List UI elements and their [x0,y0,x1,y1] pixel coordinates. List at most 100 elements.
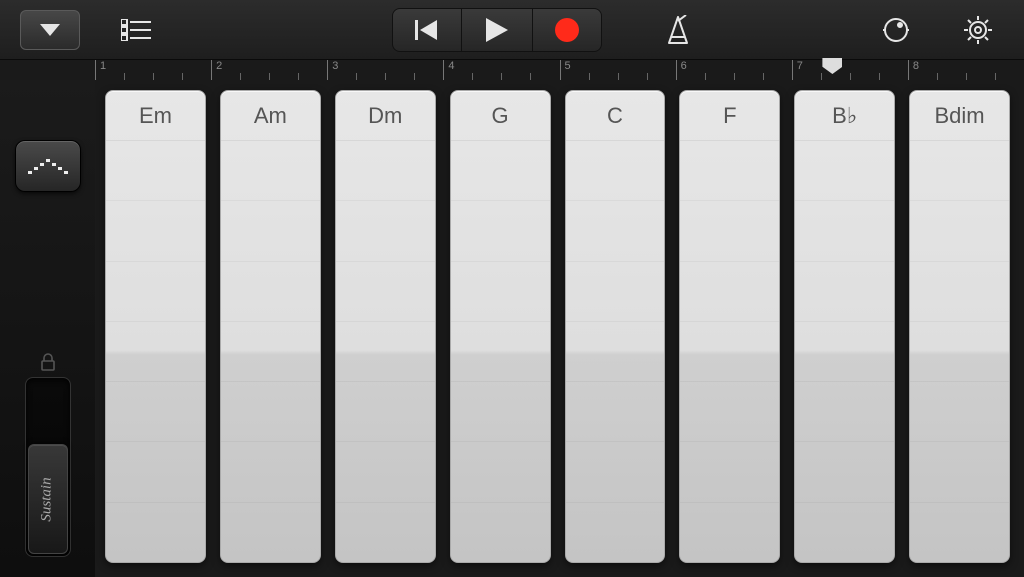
ruler-bar-number: 5 [565,60,571,72]
chord-cell[interactable] [336,261,435,321]
chord-strip[interactable]: Em [105,90,206,563]
chord-body[interactable] [795,141,894,562]
tracks-icon [121,19,151,41]
chord-cell[interactable] [795,502,894,562]
chord-cell[interactable] [566,200,665,260]
chord-cell[interactable] [680,381,779,441]
settings-button[interactable] [952,10,1004,50]
chord-strip[interactable]: C [565,90,666,563]
chord-cell[interactable] [451,200,550,260]
chord-strip[interactable]: Dm [335,90,436,563]
chord-cell[interactable] [910,321,1009,381]
chord-strip[interactable]: G [450,90,551,563]
chord-cell[interactable] [910,381,1009,441]
chord-cell[interactable] [566,441,665,501]
chord-body[interactable] [106,141,205,562]
rewind-button[interactable] [392,8,462,52]
chord-cell[interactable] [910,502,1009,562]
ruler-segment[interactable]: 8 [908,60,1024,80]
chord-cell[interactable] [795,441,894,501]
chord-label: Bdim [910,91,1009,141]
chord-cell[interactable] [106,381,205,441]
instrument-dropdown-button[interactable] [20,10,80,50]
chord-cell[interactable] [910,141,1009,200]
chord-cell[interactable] [106,502,205,562]
chord-cell[interactable] [106,261,205,321]
ruler-segment[interactable]: 7 [792,60,908,80]
ruler-segment[interactable]: 6 [676,60,792,80]
chord-cell[interactable] [680,200,779,260]
chord-cell[interactable] [910,200,1009,260]
chord-cell[interactable] [336,141,435,200]
chord-cell[interactable] [795,381,894,441]
chord-cell[interactable] [451,261,550,321]
ruler-segment[interactable]: 1 [95,60,211,80]
chord-cell[interactable] [910,441,1009,501]
chord-cell[interactable] [106,321,205,381]
chord-cell[interactable] [336,381,435,441]
chord-strip[interactable]: F [679,90,780,563]
ruler-segment[interactable]: 3 [327,60,443,80]
chord-cell[interactable] [566,321,665,381]
sustain-slider-handle[interactable]: Sustain [28,444,68,554]
chord-cell[interactable] [451,381,550,441]
tracks-view-button[interactable] [110,10,162,50]
chord-cell[interactable] [221,261,320,321]
chord-body[interactable] [910,141,1009,562]
ruler-bar-number: 8 [913,60,919,72]
chord-cell[interactable] [566,502,665,562]
chord-cell[interactable] [221,200,320,260]
chord-body[interactable] [566,141,665,562]
ruler-segment[interactable]: 5 [560,60,676,80]
record-button[interactable] [532,8,602,52]
chord-cell[interactable] [680,261,779,321]
chord-strip[interactable]: Bdim [909,90,1010,563]
chord-cell[interactable] [795,200,894,260]
chord-cell[interactable] [680,321,779,381]
chord-cell[interactable] [910,261,1009,321]
chord-cell[interactable] [106,200,205,260]
arpeggiator-button[interactable] [15,140,81,192]
ruler-bar-number: 3 [332,60,338,72]
chord-cell[interactable] [795,321,894,381]
sustain-slider-track[interactable]: Sustain [25,377,71,557]
chord-cell[interactable] [106,141,205,200]
chord-cell[interactable] [566,141,665,200]
timeline-ruler[interactable]: 123 45 678 [95,60,1024,80]
ruler-segment[interactable]: 4 [443,60,559,80]
chord-cell[interactable] [221,321,320,381]
chord-cell[interactable] [336,321,435,381]
chord-cell[interactable] [566,381,665,441]
chord-strip[interactable]: B♭ [794,90,895,563]
chord-cell[interactable] [451,141,550,200]
chord-cell[interactable] [680,502,779,562]
chord-cell[interactable] [221,141,320,200]
ruler-segment[interactable]: 2 [211,60,327,80]
chord-cell[interactable] [336,200,435,260]
chord-cell[interactable] [451,502,550,562]
chord-body[interactable] [221,141,320,562]
chord-strip[interactable]: Am [220,90,321,563]
chord-cell[interactable] [336,502,435,562]
chord-cell[interactable] [566,261,665,321]
chord-cell[interactable] [451,441,550,501]
chord-body[interactable] [336,141,435,562]
master-fx-button[interactable] [870,10,922,50]
chord-cell[interactable] [106,441,205,501]
chord-body[interactable] [680,141,779,562]
timeline-ruler-row: 123 45 678 [0,60,1024,80]
chord-cell[interactable] [221,381,320,441]
chord-cell[interactable] [680,441,779,501]
main-area: Sustain EmAmDmGCFB♭ Bdim [0,80,1024,577]
chord-cell[interactable] [795,141,894,200]
chord-cell[interactable] [795,261,894,321]
play-button[interactable] [462,8,532,52]
metronome-button[interactable] [652,10,704,50]
chord-cell[interactable] [221,502,320,562]
dial-icon [882,16,910,44]
chord-cell[interactable] [221,441,320,501]
chord-body[interactable] [451,141,550,562]
chord-cell[interactable] [451,321,550,381]
chord-cell[interactable] [680,141,779,200]
chord-cell[interactable] [336,441,435,501]
